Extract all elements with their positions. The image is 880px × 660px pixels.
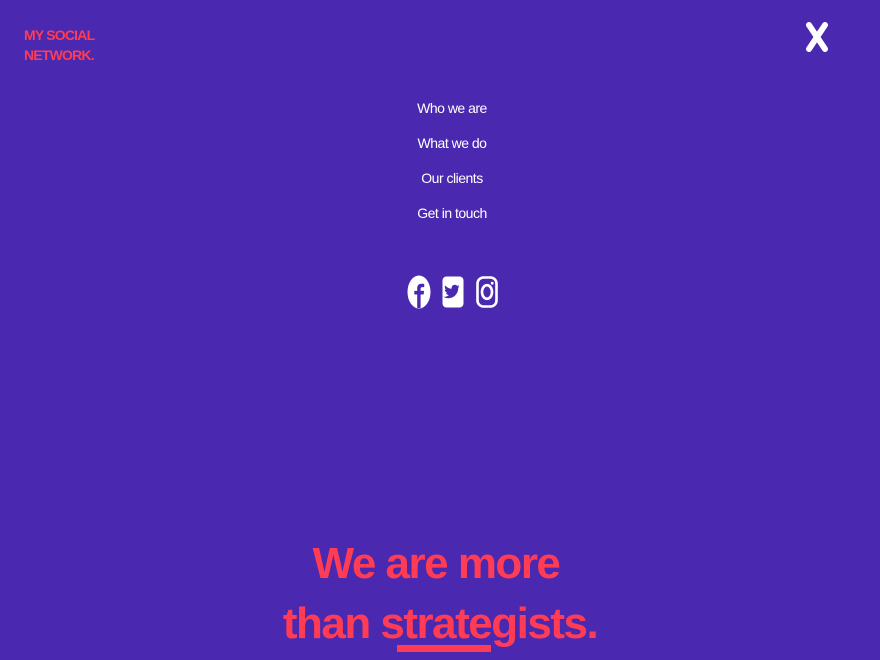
instagram-icon xyxy=(476,276,498,308)
close-menu-button[interactable] xyxy=(802,20,832,54)
nav-item-what-we-do[interactable]: What we do xyxy=(0,129,880,164)
brand-logo[interactable]: MY SOCIAL NETWORK. xyxy=(24,25,104,65)
social-links xyxy=(407,274,499,310)
nav-item-label: Our clients xyxy=(421,170,483,186)
nav-item-who-we-are[interactable]: Who we are xyxy=(0,94,880,129)
close-icon xyxy=(806,22,828,52)
hero-heading: We are more than strategists. xyxy=(0,534,880,654)
nav-item-label: Who we are xyxy=(417,100,487,116)
menu-overlay: { "brand": { "line1": "MY SOCIAL", "line… xyxy=(0,0,880,660)
twitter-icon xyxy=(442,276,464,308)
main-nav: Who we are What we do Our clients Get in… xyxy=(0,94,880,234)
nav-item-get-in-touch[interactable]: Get in touch xyxy=(0,199,880,234)
hero-line1: We are more xyxy=(312,539,561,589)
twitter-link[interactable] xyxy=(441,274,465,310)
instagram-link[interactable] xyxy=(475,274,499,310)
brand-logo-line1: MY SOCIAL xyxy=(24,27,95,43)
nav-item-label: What we do xyxy=(417,135,487,151)
facebook-link[interactable] xyxy=(407,274,431,310)
brand-logo-line2: NETWORK. xyxy=(24,47,95,63)
nav-item-our-clients[interactable]: Our clients xyxy=(0,164,880,199)
hero-underline xyxy=(397,645,491,652)
facebook-icon xyxy=(407,275,431,309)
nav-item-label: Get in touch xyxy=(417,205,487,221)
